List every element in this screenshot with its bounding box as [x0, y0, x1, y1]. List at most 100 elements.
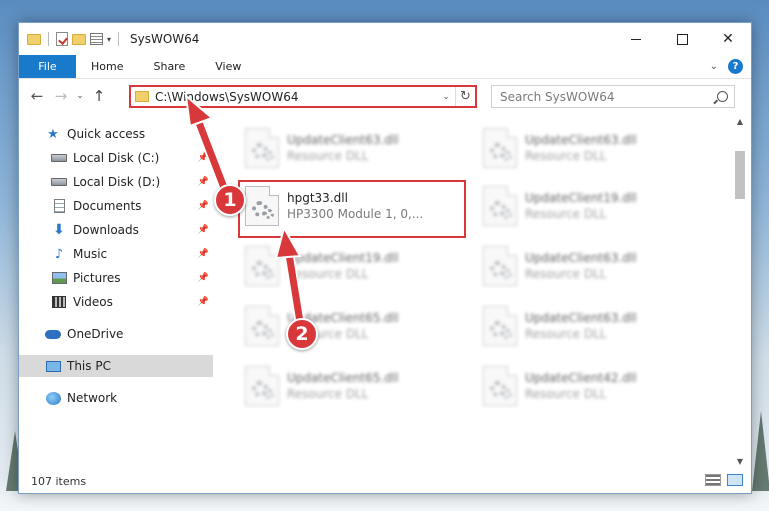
- file-item[interactable]: UpdateClient63.dll Resource DLL: [245, 123, 475, 173]
- search-box[interactable]: Search SysWOW64: [491, 85, 735, 108]
- step-badge-2: 2: [286, 318, 318, 350]
- videos-icon: [52, 296, 66, 308]
- pin-icon[interactable]: 📌: [198, 201, 209, 211]
- file-item-hpgt33[interactable]: hpgt33.dll HP3300 Module 1, 0,...: [245, 181, 475, 231]
- file-description: Resource DLL: [525, 207, 607, 221]
- file-item[interactable]: UpdateClient63.dll Resource DLL: [483, 241, 713, 291]
- this-pc-icon: [45, 360, 61, 372]
- sidebar-item-local-disk-d[interactable]: Local Disk (D:) 📌: [19, 171, 213, 193]
- network-icon: [45, 391, 61, 405]
- customize-toolbar-icon[interactable]: ▾: [107, 35, 111, 44]
- navigation-pane: ★ Quick access Local Disk (C:) 📌 Local D…: [19, 115, 213, 469]
- help-icon[interactable]: ?: [728, 59, 743, 74]
- file-description: Resource DLL: [525, 267, 607, 281]
- file-name: UpdateClient63.dll: [525, 311, 637, 325]
- sidebar-item-quick-access[interactable]: ★ Quick access: [19, 123, 213, 145]
- scrollbar-thumb[interactable]: [735, 151, 745, 199]
- vertical-scrollbar[interactable]: ▲ ▼: [733, 115, 747, 469]
- dll-file-icon: [245, 306, 279, 346]
- refresh-button[interactable]: ↻: [455, 87, 475, 106]
- file-description: Resource DLL: [525, 327, 607, 341]
- sidebar-item-network[interactable]: Network: [19, 387, 213, 409]
- sidebar-item-downloads[interactable]: ⬇ Downloads 📌: [19, 219, 213, 241]
- up-button[interactable]: ↑: [87, 87, 111, 105]
- forward-button[interactable]: →: [49, 87, 73, 105]
- status-bar: 107 items: [19, 469, 751, 493]
- folder-icon: [27, 33, 41, 45]
- file-item[interactable]: UpdateClient65.dll Resource DLL: [245, 301, 475, 351]
- file-name: hpgt33.dll: [287, 191, 348, 205]
- dll-file-icon: [245, 366, 279, 406]
- search-input[interactable]: Search SysWOW64: [500, 90, 614, 104]
- file-description: Resource DLL: [287, 267, 369, 281]
- download-icon: ⬇: [53, 222, 65, 238]
- pin-icon[interactable]: 📌: [198, 153, 209, 163]
- sidebar-item-pictures[interactable]: Pictures 📌: [19, 267, 213, 289]
- sidebar-item-documents[interactable]: Documents 📌: [19, 195, 213, 217]
- pin-icon[interactable]: 📌: [198, 273, 209, 283]
- ribbon-right-controls: ⌄ ?: [710, 59, 743, 74]
- ribbon-tabs: File Home Share View ⌄ ?: [19, 55, 751, 79]
- sidebar-item-label: Network: [67, 391, 118, 405]
- sidebar-item-local-disk-c[interactable]: Local Disk (C:) 📌: [19, 147, 213, 169]
- recent-locations-button[interactable]: ⌄: [73, 91, 87, 101]
- sidebar-item-videos[interactable]: Videos 📌: [19, 291, 213, 313]
- sidebar-item-label: Pictures: [73, 271, 121, 285]
- file-name: UpdateClient19.dll: [287, 251, 399, 265]
- tab-file[interactable]: File: [19, 55, 76, 78]
- file-name: UpdateClient42.dll: [525, 371, 637, 385]
- expand-ribbon-icon[interactable]: ⌄: [710, 61, 718, 72]
- file-item[interactable]: UpdateClient19.dll Resource DLL: [245, 241, 475, 291]
- sidebar-item-label: Documents: [73, 199, 142, 213]
- file-name: UpdateClient19.dll: [525, 191, 637, 205]
- search-icon[interactable]: [717, 91, 728, 102]
- address-bar[interactable]: C:\Windows\SysWOW64 ⌄ ↻: [129, 85, 477, 108]
- pin-icon[interactable]: 📌: [198, 249, 209, 259]
- maximize-button[interactable]: [659, 23, 705, 55]
- file-item[interactable]: UpdateClient63.dll Resource DLL: [483, 301, 713, 351]
- dll-file-icon: [483, 306, 517, 346]
- sidebar-item-label: Local Disk (D:): [73, 175, 161, 189]
- sidebar-item-label: Music: [73, 247, 108, 261]
- divider: [48, 32, 49, 46]
- file-item[interactable]: UpdateClient19.dll Resource DLL: [483, 181, 713, 231]
- file-description: Resource DLL: [525, 149, 607, 163]
- new-folder-icon[interactable]: [72, 33, 86, 45]
- pin-icon[interactable]: 📌: [198, 297, 209, 307]
- scroll-up-icon[interactable]: ▲: [733, 115, 747, 129]
- details-view-icon[interactable]: [705, 474, 721, 486]
- file-description: Resource DLL: [287, 149, 369, 163]
- file-item[interactable]: UpdateClient63.dll Resource DLL: [483, 123, 713, 173]
- tab-view[interactable]: View: [200, 55, 256, 78]
- tab-home[interactable]: Home: [76, 55, 138, 78]
- address-dropdown-icon[interactable]: ⌄: [437, 92, 455, 102]
- sidebar-item-label: Videos: [73, 295, 113, 309]
- window-title: SysWOW64: [130, 32, 200, 46]
- quick-access-toolbar: ▾: [19, 32, 122, 46]
- sidebar-item-label: This PC: [67, 359, 111, 373]
- pin-icon[interactable]: 📌: [198, 225, 209, 235]
- file-item[interactable]: UpdateClient42.dll Resource DLL: [483, 361, 713, 411]
- view-switcher: [705, 474, 743, 486]
- minimize-button[interactable]: [613, 23, 659, 55]
- file-name: UpdateClient63.dll: [287, 133, 399, 147]
- sidebar-item-onedrive[interactable]: OneDrive: [19, 323, 213, 345]
- window-controls: ✕: [613, 23, 751, 55]
- rename-icon[interactable]: [90, 33, 103, 45]
- dll-file-icon: [245, 186, 279, 226]
- file-item[interactable]: UpdateClient65.dll Resource DLL: [245, 361, 475, 411]
- properties-check-icon[interactable]: [56, 32, 68, 46]
- sidebar-item-this-pc[interactable]: This PC: [19, 355, 213, 377]
- item-count: 107 items: [31, 474, 87, 488]
- file-description: Resource DLL: [525, 387, 607, 401]
- sidebar-item-music[interactable]: ♪ Music 📌: [19, 243, 213, 265]
- scroll-down-icon[interactable]: ▼: [733, 455, 747, 469]
- address-path[interactable]: C:\Windows\SysWOW64: [155, 90, 437, 104]
- tab-share[interactable]: Share: [138, 55, 200, 78]
- large-icons-view-icon[interactable]: [727, 474, 743, 486]
- sidebar-item-label: OneDrive: [67, 327, 124, 341]
- back-button[interactable]: ←: [25, 87, 49, 105]
- close-button[interactable]: ✕: [705, 23, 751, 55]
- pin-icon[interactable]: 📌: [198, 177, 209, 187]
- sidebar-item-label: Local Disk (C:): [73, 151, 160, 165]
